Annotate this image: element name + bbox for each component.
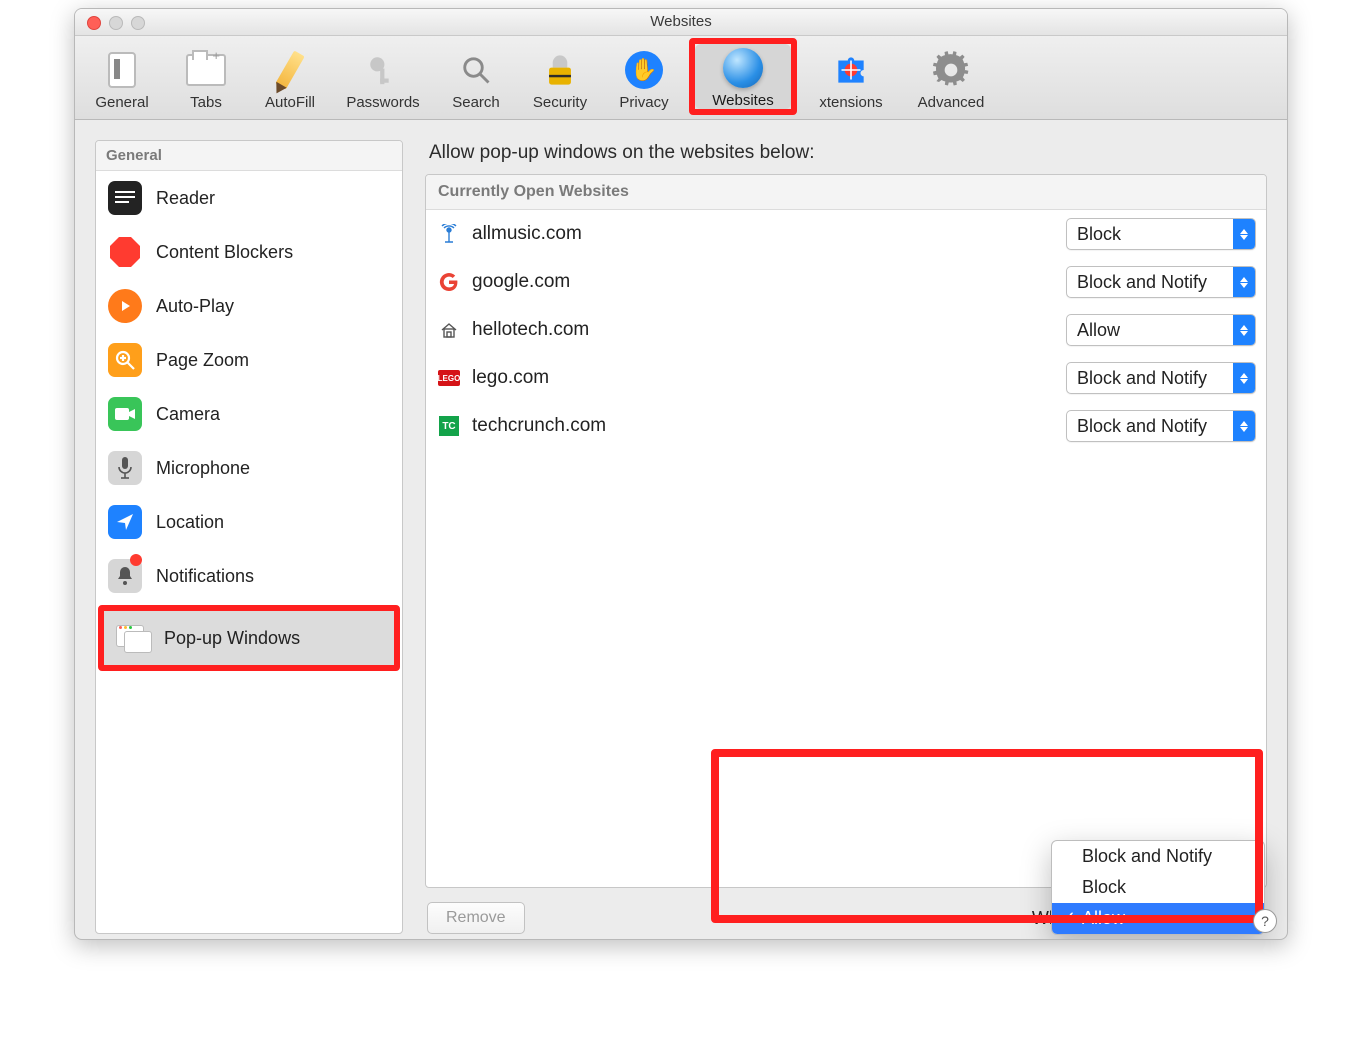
select-stepper-icon bbox=[1233, 363, 1255, 393]
site-domain: lego.com bbox=[472, 367, 1054, 389]
footer-right: When visiting other websites: Block and … bbox=[1032, 908, 1265, 929]
key-icon bbox=[361, 48, 405, 92]
preferences-window: Websites General Tabs AutoFill Passwords… bbox=[74, 8, 1288, 940]
website-row[interactable]: LEGO lego.com Block and Notify bbox=[426, 354, 1266, 402]
sidebar-item-label: Location bbox=[156, 512, 224, 533]
highlight-popup-windows: Pop-up Windows bbox=[98, 605, 400, 671]
main-title: Allow pop-up windows on the websites bel… bbox=[429, 142, 1265, 164]
sidebar-item-microphone[interactable]: Microphone bbox=[96, 441, 402, 495]
window-title: Websites bbox=[75, 13, 1287, 30]
sidebar: General Reader Content Blockers Auto-Pla… bbox=[95, 140, 403, 934]
location-arrow-icon bbox=[108, 505, 142, 539]
reader-icon bbox=[108, 181, 142, 215]
list-heading: Currently Open Websites bbox=[426, 175, 1266, 210]
select-stepper-icon bbox=[1233, 315, 1255, 345]
sidebar-item-location[interactable]: Location bbox=[96, 495, 402, 549]
permission-select[interactable]: Block and Notify bbox=[1066, 266, 1256, 298]
toolbar-general[interactable]: General bbox=[81, 46, 163, 111]
toolbar-advanced[interactable]: Advanced bbox=[903, 46, 999, 111]
permission-select[interactable]: Block bbox=[1066, 218, 1256, 250]
permission-value: Allow bbox=[1067, 320, 1130, 341]
toolbar-passwords[interactable]: Passwords bbox=[333, 46, 433, 111]
puzzle-icon bbox=[829, 48, 873, 92]
toolbar-websites[interactable]: Websites bbox=[695, 44, 791, 109]
permission-value: Block bbox=[1067, 224, 1131, 245]
body: General Reader Content Blockers Auto-Pla… bbox=[75, 120, 1287, 940]
notification-badge-icon bbox=[130, 554, 142, 566]
sidebar-item-label: Page Zoom bbox=[156, 350, 249, 371]
sidebar-item-camera[interactable]: Camera bbox=[96, 387, 402, 441]
permission-value: Block and Notify bbox=[1067, 272, 1217, 293]
magnifier-icon bbox=[454, 48, 498, 92]
website-row[interactable]: TC techcrunch.com Block and Notify bbox=[426, 402, 1266, 450]
globe-icon bbox=[721, 46, 765, 90]
menu-option[interactable]: Block and Notify bbox=[1052, 841, 1264, 872]
site-favicon-icon: TC bbox=[438, 415, 460, 437]
permission-value: Block and Notify bbox=[1067, 416, 1217, 437]
toolbar-search[interactable]: Search bbox=[435, 46, 517, 111]
switch-icon bbox=[100, 48, 144, 92]
remove-button[interactable]: Remove bbox=[427, 902, 525, 934]
pencil-icon bbox=[268, 48, 312, 92]
toolbar-privacy[interactable]: ✋ Privacy bbox=[603, 46, 685, 111]
site-domain: allmusic.com bbox=[472, 223, 1054, 245]
site-domain: google.com bbox=[472, 271, 1054, 293]
menu-option[interactable]: Allow bbox=[1052, 903, 1264, 934]
zoom-icon bbox=[108, 343, 142, 377]
camera-icon bbox=[108, 397, 142, 431]
toolbar-autofill[interactable]: AutoFill bbox=[249, 46, 331, 111]
site-favicon-icon bbox=[438, 271, 460, 293]
sidebar-item-page-zoom[interactable]: Page Zoom bbox=[96, 333, 402, 387]
permission-select[interactable]: Block and Notify bbox=[1066, 362, 1256, 394]
stop-icon bbox=[108, 235, 142, 269]
toolbar-security[interactable]: Security bbox=[519, 46, 601, 111]
sidebar-item-label: Notifications bbox=[156, 566, 254, 587]
windows-icon bbox=[116, 621, 150, 655]
sidebar-item-label: Content Blockers bbox=[156, 242, 293, 263]
site-favicon-icon: LEGO bbox=[438, 367, 460, 389]
titlebar: Websites bbox=[75, 9, 1287, 36]
sidebar-item-label: Pop-up Windows bbox=[164, 628, 300, 649]
sidebar-item-label: Auto-Play bbox=[156, 296, 234, 317]
website-row[interactable]: allmusic.com Block bbox=[426, 210, 1266, 258]
hand-icon: ✋ bbox=[622, 48, 666, 92]
gear-icon bbox=[929, 48, 973, 92]
tabs-icon bbox=[184, 48, 228, 92]
main-panel: Allow pop-up windows on the websites bel… bbox=[425, 140, 1267, 934]
select-stepper-icon bbox=[1233, 411, 1255, 441]
sidebar-item-notifications[interactable]: Notifications bbox=[96, 549, 402, 603]
site-domain: hellotech.com bbox=[472, 319, 1054, 341]
other-websites-menu[interactable]: Block and NotifyBlockAllow bbox=[1051, 840, 1265, 935]
sidebar-item-label: Camera bbox=[156, 404, 220, 425]
menu-option[interactable]: Block bbox=[1052, 872, 1264, 903]
toolbar-tabs[interactable]: Tabs bbox=[165, 46, 247, 111]
play-icon bbox=[108, 289, 142, 323]
permission-select[interactable]: Allow bbox=[1066, 314, 1256, 346]
select-stepper-icon bbox=[1233, 267, 1255, 297]
site-domain: techcrunch.com bbox=[472, 415, 1054, 437]
toolbar-extensions[interactable]: xtensions bbox=[801, 46, 901, 111]
sidebar-item-reader[interactable]: Reader bbox=[96, 171, 402, 225]
permission-value: Block and Notify bbox=[1067, 368, 1217, 389]
sidebar-item-label: Microphone bbox=[156, 458, 250, 479]
footer: Remove When visiting other websites: Blo… bbox=[425, 888, 1267, 934]
site-favicon-icon bbox=[438, 319, 460, 341]
microphone-icon bbox=[108, 451, 142, 485]
preferences-toolbar: General Tabs AutoFill Passwords Search bbox=[75, 36, 1287, 120]
sidebar-item-label: Reader bbox=[156, 188, 215, 209]
sidebar-item-content-blockers[interactable]: Content Blockers bbox=[96, 225, 402, 279]
highlight-websites-tab: Websites bbox=[689, 38, 797, 115]
lock-icon bbox=[538, 48, 582, 92]
sidebar-heading: General bbox=[96, 141, 402, 171]
permission-select[interactable]: Block and Notify bbox=[1066, 410, 1256, 442]
sidebar-item-auto-play[interactable]: Auto-Play bbox=[96, 279, 402, 333]
sidebar-item-popup-windows[interactable]: Pop-up Windows bbox=[104, 611, 394, 665]
site-favicon-icon bbox=[438, 223, 460, 245]
help-button[interactable]: ? bbox=[1253, 909, 1277, 933]
select-stepper-icon bbox=[1233, 219, 1255, 249]
websites-list: Currently Open Websites allmusic.com Bloc… bbox=[425, 174, 1267, 888]
website-row[interactable]: google.com Block and Notify bbox=[426, 258, 1266, 306]
website-row[interactable]: hellotech.com Allow bbox=[426, 306, 1266, 354]
list-rows: allmusic.com Block google.com Block and Not… bbox=[426, 210, 1266, 887]
